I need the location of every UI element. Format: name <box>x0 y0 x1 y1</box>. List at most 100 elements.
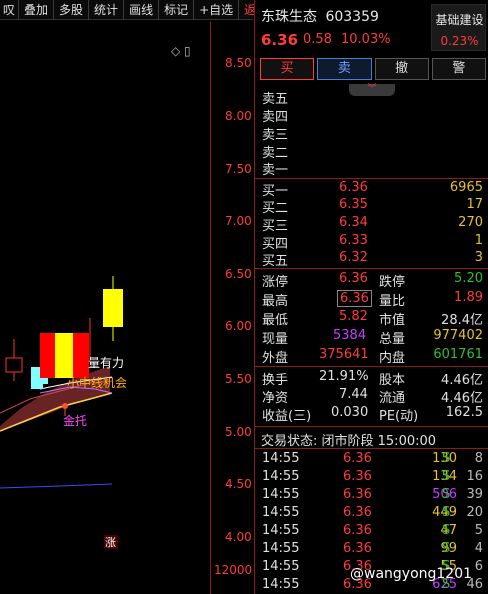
ask-label: 卖四 <box>262 110 289 125</box>
stats-row: 现量 5384 总量 977402 <box>255 328 488 347</box>
bid-volume: 6965 <box>449 180 483 195</box>
toolbar-draw-line[interactable]: 画线 <box>124 0 160 20</box>
price-tick: 7.00 <box>225 214 252 228</box>
tick-time: 14:55 <box>262 451 300 466</box>
sector-change: 0.23% <box>440 34 479 48</box>
price-tick: 5.50 <box>225 372 252 386</box>
stats-row: 最高 6.36 量比 1.89 <box>255 290 488 309</box>
bid-volume: 270 <box>458 215 483 230</box>
stat-value: 5.82 <box>339 309 368 324</box>
toolbar-multi-stock[interactable]: 多股 <box>54 0 90 20</box>
price-tick: 7.50 <box>225 162 252 176</box>
tick-row: 14:55 6.36 99 S 4 <box>255 541 488 559</box>
quote-panel: 东珠生态 603359 6.36 0.58 10.03% 基础建设 0.23% … <box>254 0 488 594</box>
annotation-zhang-icon: 涨 <box>105 536 116 549</box>
tick-price: 6.36 <box>343 505 372 520</box>
bid-row[interactable]: 买三 6.34 270 <box>255 215 488 234</box>
toolbar-item-partial[interactable]: 叹 <box>0 0 20 20</box>
trade-buttons: 买 卖 撤 警 <box>260 58 486 80</box>
tick-row: 14:55 6.36 130 S 8 <box>255 451 488 469</box>
tick-row: 14:55 6.36 449 S 20 <box>255 505 488 523</box>
candle-3 <box>40 333 55 378</box>
tick-volume: 130 <box>432 451 457 466</box>
stat-value: 5384 <box>333 328 367 343</box>
stat-value: 6.36 <box>337 290 372 307</box>
candle-5 <box>73 333 89 378</box>
ask-row: 卖二 <box>255 142 488 161</box>
stats-row: 换手 21.91% 股本 4.46亿 <box>255 369 488 388</box>
stat-label: 换手 <box>262 373 289 388</box>
cancel-order-button[interactable]: 撤 <box>374 58 429 80</box>
kline-chart[interactable]: ◇ ▯ 量有力 小中线机会 金托 涨 <box>0 21 210 594</box>
stat-label: 最低 <box>262 313 289 328</box>
tick-time: 14:55 <box>262 469 300 484</box>
bid-price: 6.35 <box>339 197 368 212</box>
ask-label: 卖五 <box>262 92 289 107</box>
stat-label: 收益(三) <box>262 409 312 424</box>
stats-row: 涨停 6.36 跌停 5.20 <box>255 271 488 290</box>
bid-price: 6.33 <box>339 233 368 248</box>
sector-badge[interactable]: 基础建设 0.23% <box>431 4 486 51</box>
stat-label: 最高 <box>262 294 289 309</box>
tick-price: 6.36 <box>343 451 372 466</box>
tick-count: 4 <box>474 541 483 556</box>
ask-row: 卖四 <box>255 106 488 125</box>
toolbar-add-watchlist[interactable]: +自选 <box>194 0 240 20</box>
tick-price: 6.36 <box>343 523 372 538</box>
tick-count: 16 <box>466 469 483 484</box>
tick-side: S <box>442 505 451 520</box>
annotation-jin-tuo: 金托 <box>63 414 88 428</box>
divider <box>255 366 488 367</box>
buy-button[interactable]: 买 <box>260 58 315 80</box>
alert-button[interactable]: 警 <box>431 58 486 80</box>
chart-corner-icons[interactable]: ◇ ▯ <box>171 44 191 58</box>
stat-label: 量比 <box>379 294 406 309</box>
stat-label: 净资 <box>262 391 289 406</box>
bid-row[interactable]: 买二 6.35 17 <box>255 197 488 216</box>
tick-row: 14:55 6.36 506 S 39 <box>255 487 488 505</box>
bid-price: 6.34 <box>339 215 368 230</box>
stat-label: 涨停 <box>262 275 289 290</box>
bid-row[interactable]: 买五 6.32 3 <box>255 250 488 269</box>
stat-value: 162.5 <box>445 405 483 420</box>
stat-value: 4.46亿 <box>441 373 483 388</box>
toolbar-statistics[interactable]: 统计 <box>89 0 125 20</box>
toolbar-overlay[interactable]: 叠加 <box>19 0 55 20</box>
price-axis: 8.50 8.00 7.50 7.00 6.50 6.00 5.50 5.00 … <box>210 21 254 594</box>
toolbar-mark[interactable]: 标记 <box>159 0 195 20</box>
ask-row: 卖三 <box>255 124 488 143</box>
stat-label: 市值 <box>379 313 406 328</box>
ask-label: 卖三 <box>262 128 289 143</box>
tick-count: 8 <box>474 451 483 466</box>
tick-time: 14:55 <box>262 523 300 538</box>
stat-value: 21.91% <box>319 369 369 384</box>
tick-side: S <box>442 451 451 466</box>
bid-row[interactable]: 买一 6.36 6965 <box>255 180 488 199</box>
stock-change-pct: 10.03% <box>341 32 391 47</box>
stock-code: 603359 <box>325 9 379 25</box>
stat-value: 601761 <box>433 347 483 362</box>
tick-count: 5 <box>474 523 483 538</box>
stat-value: 4.46亿 <box>441 391 483 406</box>
bid-volume: 17 <box>466 197 483 212</box>
tick-side: S <box>442 523 451 538</box>
ask-label: 卖一 <box>262 163 289 178</box>
tick-volume: 47 <box>440 523 457 538</box>
tick-volume: 506 <box>432 487 457 502</box>
tick-row: 14:55 6.36 47 S 5 <box>255 523 488 541</box>
tick-time: 14:55 <box>262 487 300 502</box>
bid-volume: 3 <box>474 250 483 265</box>
bid-row[interactable]: 买四 6.33 1 <box>255 233 488 252</box>
stat-label: 总量 <box>379 332 406 347</box>
candle-1 <box>5 357 23 373</box>
sell-button[interactable]: 卖 <box>317 58 372 80</box>
stat-value: 5.20 <box>454 271 483 286</box>
price-tick: 6.50 <box>225 267 252 281</box>
divider <box>255 448 488 449</box>
blue-indicator-line <box>0 483 113 489</box>
price-tick: 4.50 <box>225 477 252 491</box>
price-tick: 5.00 <box>225 425 252 439</box>
bid-volume: 1 <box>474 233 483 248</box>
annotation-short-line: 小中线机会 <box>67 376 128 390</box>
stock-name: 东珠生态 <box>261 9 317 25</box>
